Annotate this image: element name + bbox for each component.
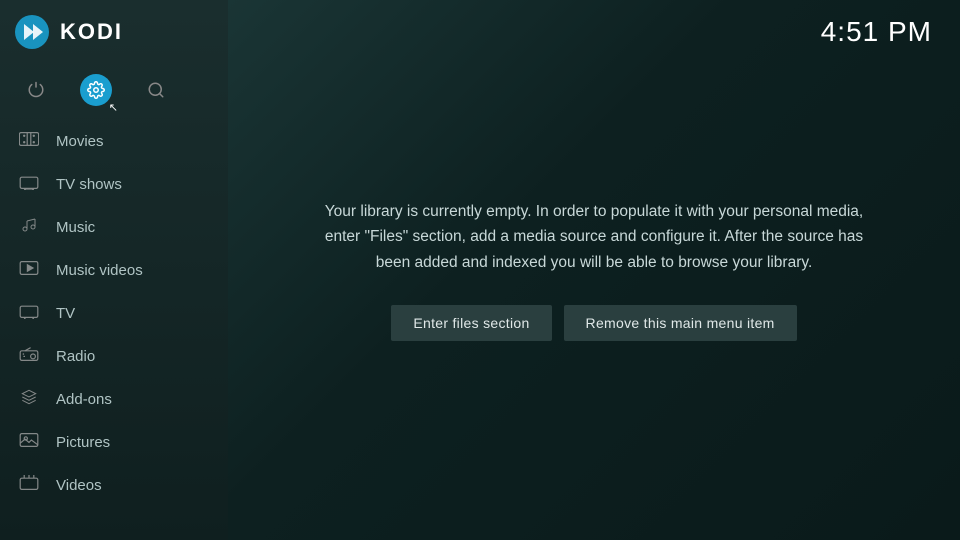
sidebar-item-videos[interactable]: Videos — [0, 464, 228, 507]
sidebar-item-add-ons[interactable]: Add-ons — [0, 378, 228, 421]
sidebar-item-tv[interactable]: TV — [0, 292, 228, 335]
sidebar: KODI Movies — [0, 0, 228, 540]
tv-icon — [18, 303, 40, 324]
sidebar-item-music-videos[interactable]: Music videos — [0, 249, 228, 292]
movies-label: Movies — [56, 133, 104, 150]
kodi-logo-icon — [14, 14, 50, 50]
clock: 4:51 PM — [793, 0, 960, 64]
pictures-label: Pictures — [56, 434, 110, 451]
tvshows-label: TV shows — [56, 176, 122, 193]
sidebar-item-pictures[interactable]: Pictures — [0, 421, 228, 464]
settings-icon — [87, 81, 105, 99]
sidebar-icon-row — [0, 64, 228, 116]
search-button[interactable] — [140, 74, 172, 106]
videos-label: Videos — [56, 477, 102, 494]
action-buttons: Enter files section Remove this main men… — [391, 305, 796, 341]
enter-files-button[interactable]: Enter files section — [391, 305, 551, 341]
music-videos-label: Music videos — [56, 262, 143, 279]
radio-label: Radio — [56, 348, 95, 365]
pictures-icon — [18, 432, 40, 453]
power-icon — [27, 81, 45, 99]
sidebar-item-tvshows[interactable]: TV shows — [0, 163, 228, 206]
radio-icon — [18, 346, 40, 367]
tvshows-icon — [18, 174, 40, 195]
app-title: KODI — [60, 19, 123, 45]
music-videos-icon — [18, 260, 40, 281]
main-content: 4:51 PM Your library is currently empty.… — [228, 0, 960, 540]
music-icon — [18, 217, 40, 238]
music-label: Music — [56, 219, 95, 236]
add-ons-label: Add-ons — [56, 391, 112, 408]
sidebar-item-music[interactable]: Music — [0, 206, 228, 249]
videos-icon — [18, 475, 40, 496]
empty-library-message: Your library is currently empty. In orde… — [308, 199, 880, 276]
tv-label: TV — [56, 305, 75, 322]
power-button[interactable] — [20, 74, 52, 106]
sidebar-header: KODI — [0, 0, 228, 64]
search-icon — [147, 81, 165, 99]
settings-button[interactable] — [80, 74, 112, 106]
remove-menu-item-button[interactable]: Remove this main menu item — [564, 305, 797, 341]
sidebar-nav: Movies TV shows Music Music videos TV — [0, 116, 228, 540]
movies-icon — [18, 131, 40, 152]
sidebar-item-movies[interactable]: Movies — [0, 120, 228, 163]
content-area: Your library is currently empty. In orde… — [228, 0, 960, 540]
add-ons-icon — [18, 389, 40, 410]
sidebar-item-radio[interactable]: Radio — [0, 335, 228, 378]
